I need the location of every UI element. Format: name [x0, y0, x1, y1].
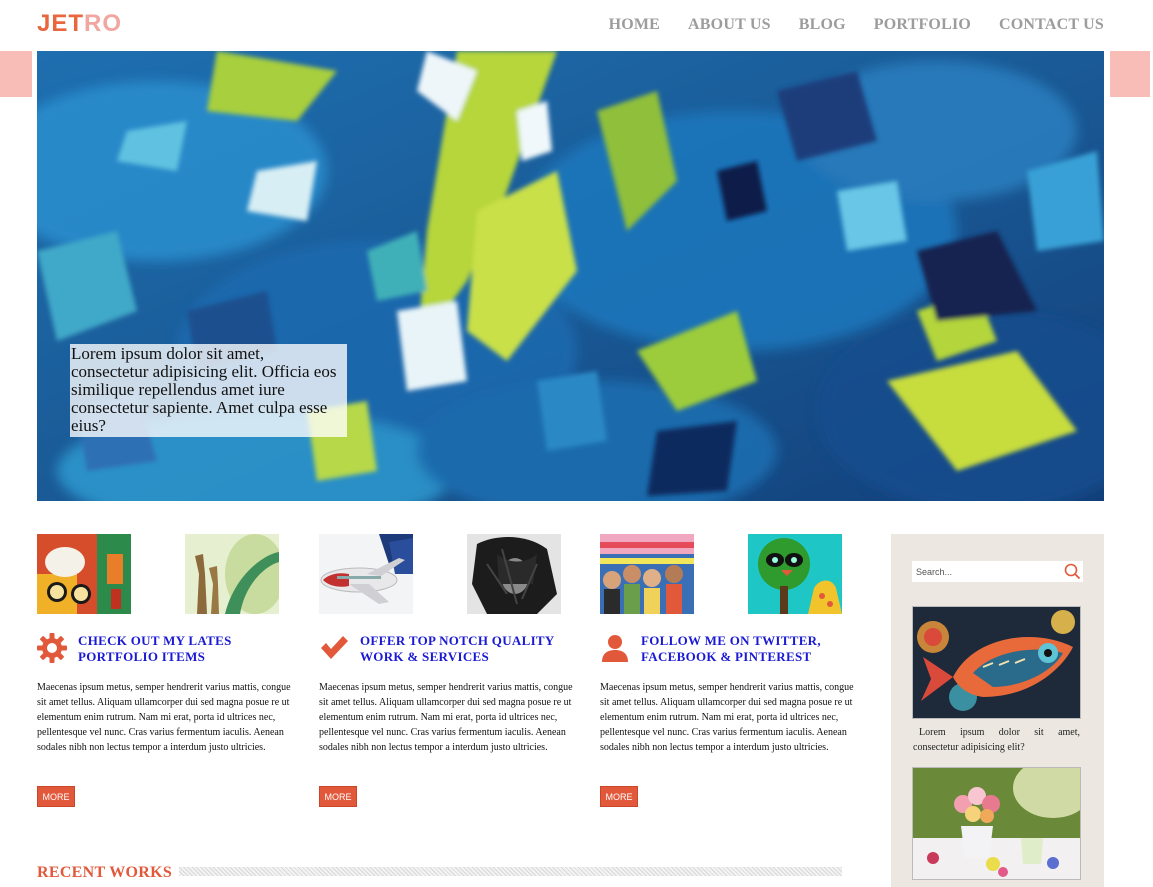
hero-slider: Lorem ipsum dolor sit amet, consectetur … — [37, 51, 1104, 501]
feature-text: Maecenas ipsum metus, semper hendrerit v… — [600, 682, 854, 753]
user-icon — [602, 635, 628, 662]
thumbnail-airplane[interactable] — [319, 534, 413, 614]
recent-works-heading: RECENT WORKS — [37, 864, 173, 881]
more-button[interactable]: MORE — [600, 786, 638, 807]
slider-prev-button[interactable] — [0, 51, 32, 97]
nav-portfolio[interactable]: PORTFOLIO — [874, 16, 971, 34]
more-button[interactable]: MORE — [319, 786, 357, 807]
checkmark-icon — [321, 636, 348, 659]
main-nav: HOME ABOUT US BLOG PORTFOLIO CONTACT US — [609, 16, 1104, 34]
thumbnail-portrait-bw[interactable] — [467, 534, 561, 614]
section-divider — [179, 867, 842, 876]
feature-title: FOLLOW ME ON TWITTER, FACEBOOK & PINTERE… — [641, 633, 821, 664]
sidebar-caption: Lorem ipsum dolor sit amet, consectetur … — [913, 727, 1080, 753]
feature-text: Maecenas ipsum metus, semper hendrerit v… — [319, 682, 573, 753]
thumbnail-giraffes[interactable] — [185, 534, 279, 614]
feature-title: OFFER TOP NOTCH QUALITY WORK & SERVICES — [360, 633, 555, 664]
nav-home[interactable]: HOME — [609, 16, 660, 34]
feature-text: Maecenas ipsum metus, semper hendrerit v… — [37, 682, 291, 753]
sidebar-image-flowers[interactable] — [912, 767, 1081, 880]
search-icon[interactable] — [1064, 563, 1081, 580]
nav-blog[interactable]: BLOG — [799, 16, 846, 34]
feature-title: CHECK OUT MY LATES PORTFOLIO ITEMS — [78, 633, 232, 664]
sidebar: Lorem ipsum dolor sit amet, consectetur … — [891, 534, 1104, 887]
site-logo[interactable]: JETRO — [37, 10, 122, 38]
search-input[interactable] — [912, 561, 1062, 582]
more-button[interactable]: MORE — [37, 786, 75, 807]
thumbnail-green-monster[interactable] — [748, 534, 842, 614]
hero-caption: Lorem ipsum dolor sit amet, consectetur … — [70, 344, 347, 437]
nav-contact-us[interactable]: CONTACT US — [999, 16, 1104, 34]
thumbnail-cartoon-art[interactable] — [37, 534, 131, 614]
sidebar-image-fish-art[interactable] — [912, 606, 1081, 719]
logo-text-accent: RO — [84, 10, 123, 37]
gear-icon — [37, 633, 67, 663]
search-box — [912, 561, 1083, 582]
thumbnail-crowd-collage[interactable] — [600, 534, 694, 614]
nav-about-us[interactable]: ABOUT US — [688, 16, 771, 34]
logo-text-main: JET — [37, 10, 85, 37]
slider-next-button[interactable] — [1110, 51, 1150, 97]
